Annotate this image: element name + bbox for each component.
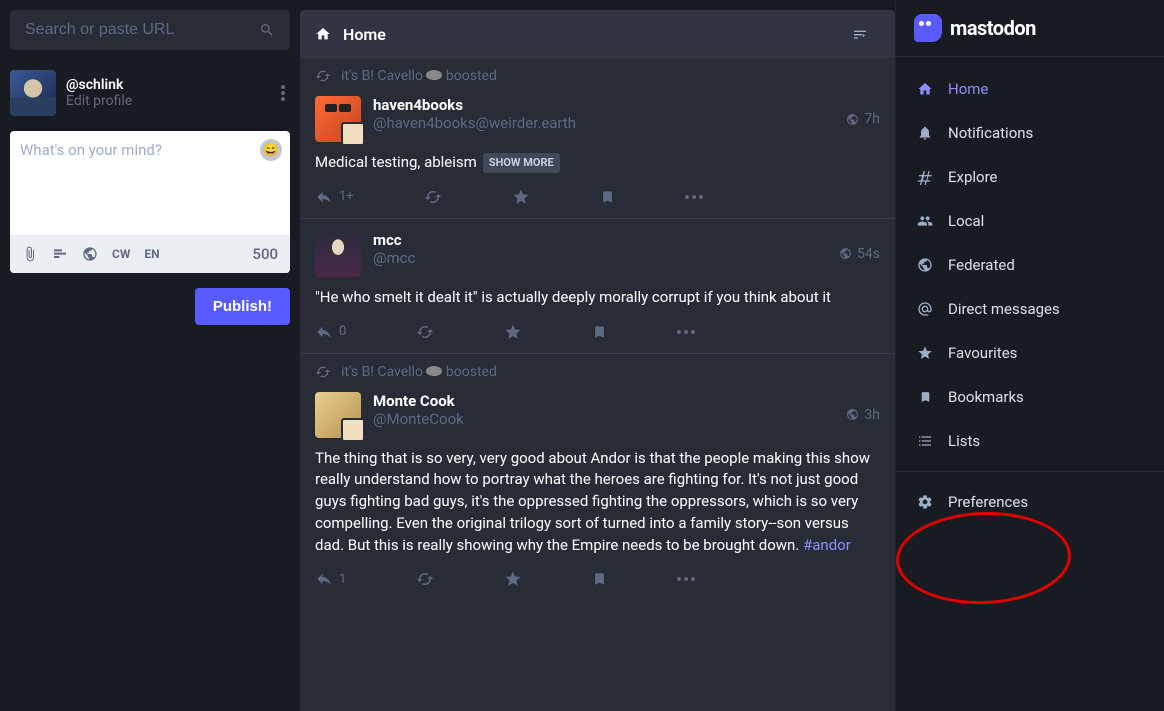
nav-notifications[interactable]: Notifications [896, 111, 1164, 155]
nav-explore[interactable]: Explore [896, 155, 1164, 199]
post[interactable]: Monte Cook @MonteCook 3h The thing that … [300, 380, 895, 601]
bookmark-button[interactable] [600, 188, 615, 206]
post[interactable]: haven4books @haven4books@weirder.earth 7… [300, 84, 895, 219]
globe-icon [916, 257, 934, 273]
hashtag-link[interactable]: #andor [803, 536, 851, 554]
post-avatar[interactable] [315, 96, 361, 142]
favourite-button[interactable] [512, 188, 530, 206]
hashtag-icon [916, 169, 934, 185]
globe-icon [846, 408, 859, 421]
post-avatar[interactable] [315, 392, 361, 438]
post-avatar[interactable] [315, 231, 361, 277]
nav-preferences[interactable]: Preferences [896, 480, 1164, 524]
attach-icon[interactable] [22, 246, 38, 262]
edit-profile-link[interactable]: Edit profile [66, 93, 266, 109]
nav-lists[interactable]: Lists [896, 419, 1164, 463]
account-handle[interactable]: @mcc [373, 249, 827, 267]
visibility-icon[interactable] [82, 246, 98, 262]
publish-button[interactable]: Publish! [195, 288, 290, 325]
poll-icon[interactable] [52, 246, 68, 262]
avatar[interactable] [10, 70, 56, 116]
brand[interactable]: mastodon [896, 0, 1164, 57]
globe-icon [846, 113, 859, 126]
post-body: Medical testing, ableismSHOW MORE [315, 152, 880, 174]
home-icon [315, 26, 331, 42]
favourite-button[interactable] [504, 323, 522, 341]
compose-box: 😄 CW EN 500 [10, 131, 290, 273]
column-title: Home [343, 25, 386, 44]
emoji-picker-icon[interactable]: 😄 [260, 139, 282, 161]
nav-bookmarks[interactable]: Bookmarks [896, 375, 1164, 419]
account-handle[interactable]: @MonteCook [373, 410, 834, 428]
profile-row: @schlink Edit profile [10, 70, 290, 116]
at-icon [916, 301, 934, 317]
bookmark-icon [916, 389, 934, 405]
search-input[interactable] [25, 21, 259, 39]
users-icon [916, 213, 934, 229]
boost-icon [315, 364, 331, 380]
more-icon[interactable] [685, 195, 703, 199]
profile-handle[interactable]: @schlink [66, 77, 266, 93]
compose-textarea[interactable] [20, 141, 280, 221]
post-time[interactable]: 54s [839, 231, 880, 277]
display-name[interactable]: Monte Cook [373, 392, 834, 410]
boost-button[interactable] [416, 323, 434, 341]
post-time[interactable]: 7h [846, 96, 880, 142]
show-more-button[interactable]: SHOW MORE [483, 153, 560, 173]
more-icon[interactable] [677, 577, 695, 581]
feed[interactable]: it's B! Cavello boosted haven4books @hav… [300, 58, 895, 711]
boost-button[interactable] [424, 188, 442, 206]
bookmark-button[interactable] [592, 570, 607, 588]
nav-favourites[interactable]: Favourites [896, 331, 1164, 375]
post-time[interactable]: 3h [846, 392, 880, 438]
gear-icon [916, 494, 934, 510]
globe-icon [839, 247, 852, 260]
display-name[interactable]: haven4books [373, 96, 834, 114]
bookmark-button[interactable] [592, 323, 607, 341]
star-icon [916, 345, 934, 361]
list-icon [916, 433, 934, 449]
column-settings-icon[interactable] [852, 26, 880, 42]
boost-icon [315, 68, 331, 84]
lang-button[interactable]: EN [144, 247, 159, 261]
cw-button[interactable]: CW [112, 247, 130, 261]
boost-indicator: it's B! Cavello boosted [300, 58, 895, 84]
nav-federated[interactable]: Federated [896, 243, 1164, 287]
post-body: The thing that is so very, very good abo… [315, 448, 880, 557]
reply-button[interactable]: 1+ [315, 188, 354, 206]
display-name[interactable]: mcc [373, 231, 827, 249]
boost-button[interactable] [416, 570, 434, 588]
nav-home[interactable]: Home [896, 67, 1164, 111]
search-box[interactable] [10, 10, 290, 50]
column-header: Home [300, 10, 895, 58]
account-handle[interactable]: @haven4books@weirder.earth [373, 114, 834, 132]
boost-indicator: it's B! Cavello boosted [300, 354, 895, 380]
char-count: 500 [252, 245, 278, 263]
reply-button[interactable]: 1 [315, 570, 346, 588]
reply-button[interactable]: 0 [315, 323, 346, 341]
post-body: "He who smelt it dealt it" is actually d… [315, 287, 880, 309]
nav-direct-messages[interactable]: Direct messages [896, 287, 1164, 331]
bell-icon [916, 125, 934, 141]
search-icon [259, 22, 275, 38]
profile-menu-icon[interactable] [276, 80, 290, 106]
nav-local[interactable]: Local [896, 199, 1164, 243]
brand-text: mastodon [950, 16, 1036, 40]
post[interactable]: mcc @mcc 54s "He who smelt it dealt it" … [300, 219, 895, 354]
favourite-button[interactable] [504, 570, 522, 588]
home-icon [916, 81, 934, 97]
more-icon[interactable] [677, 330, 695, 334]
brand-logo-icon [914, 14, 942, 42]
